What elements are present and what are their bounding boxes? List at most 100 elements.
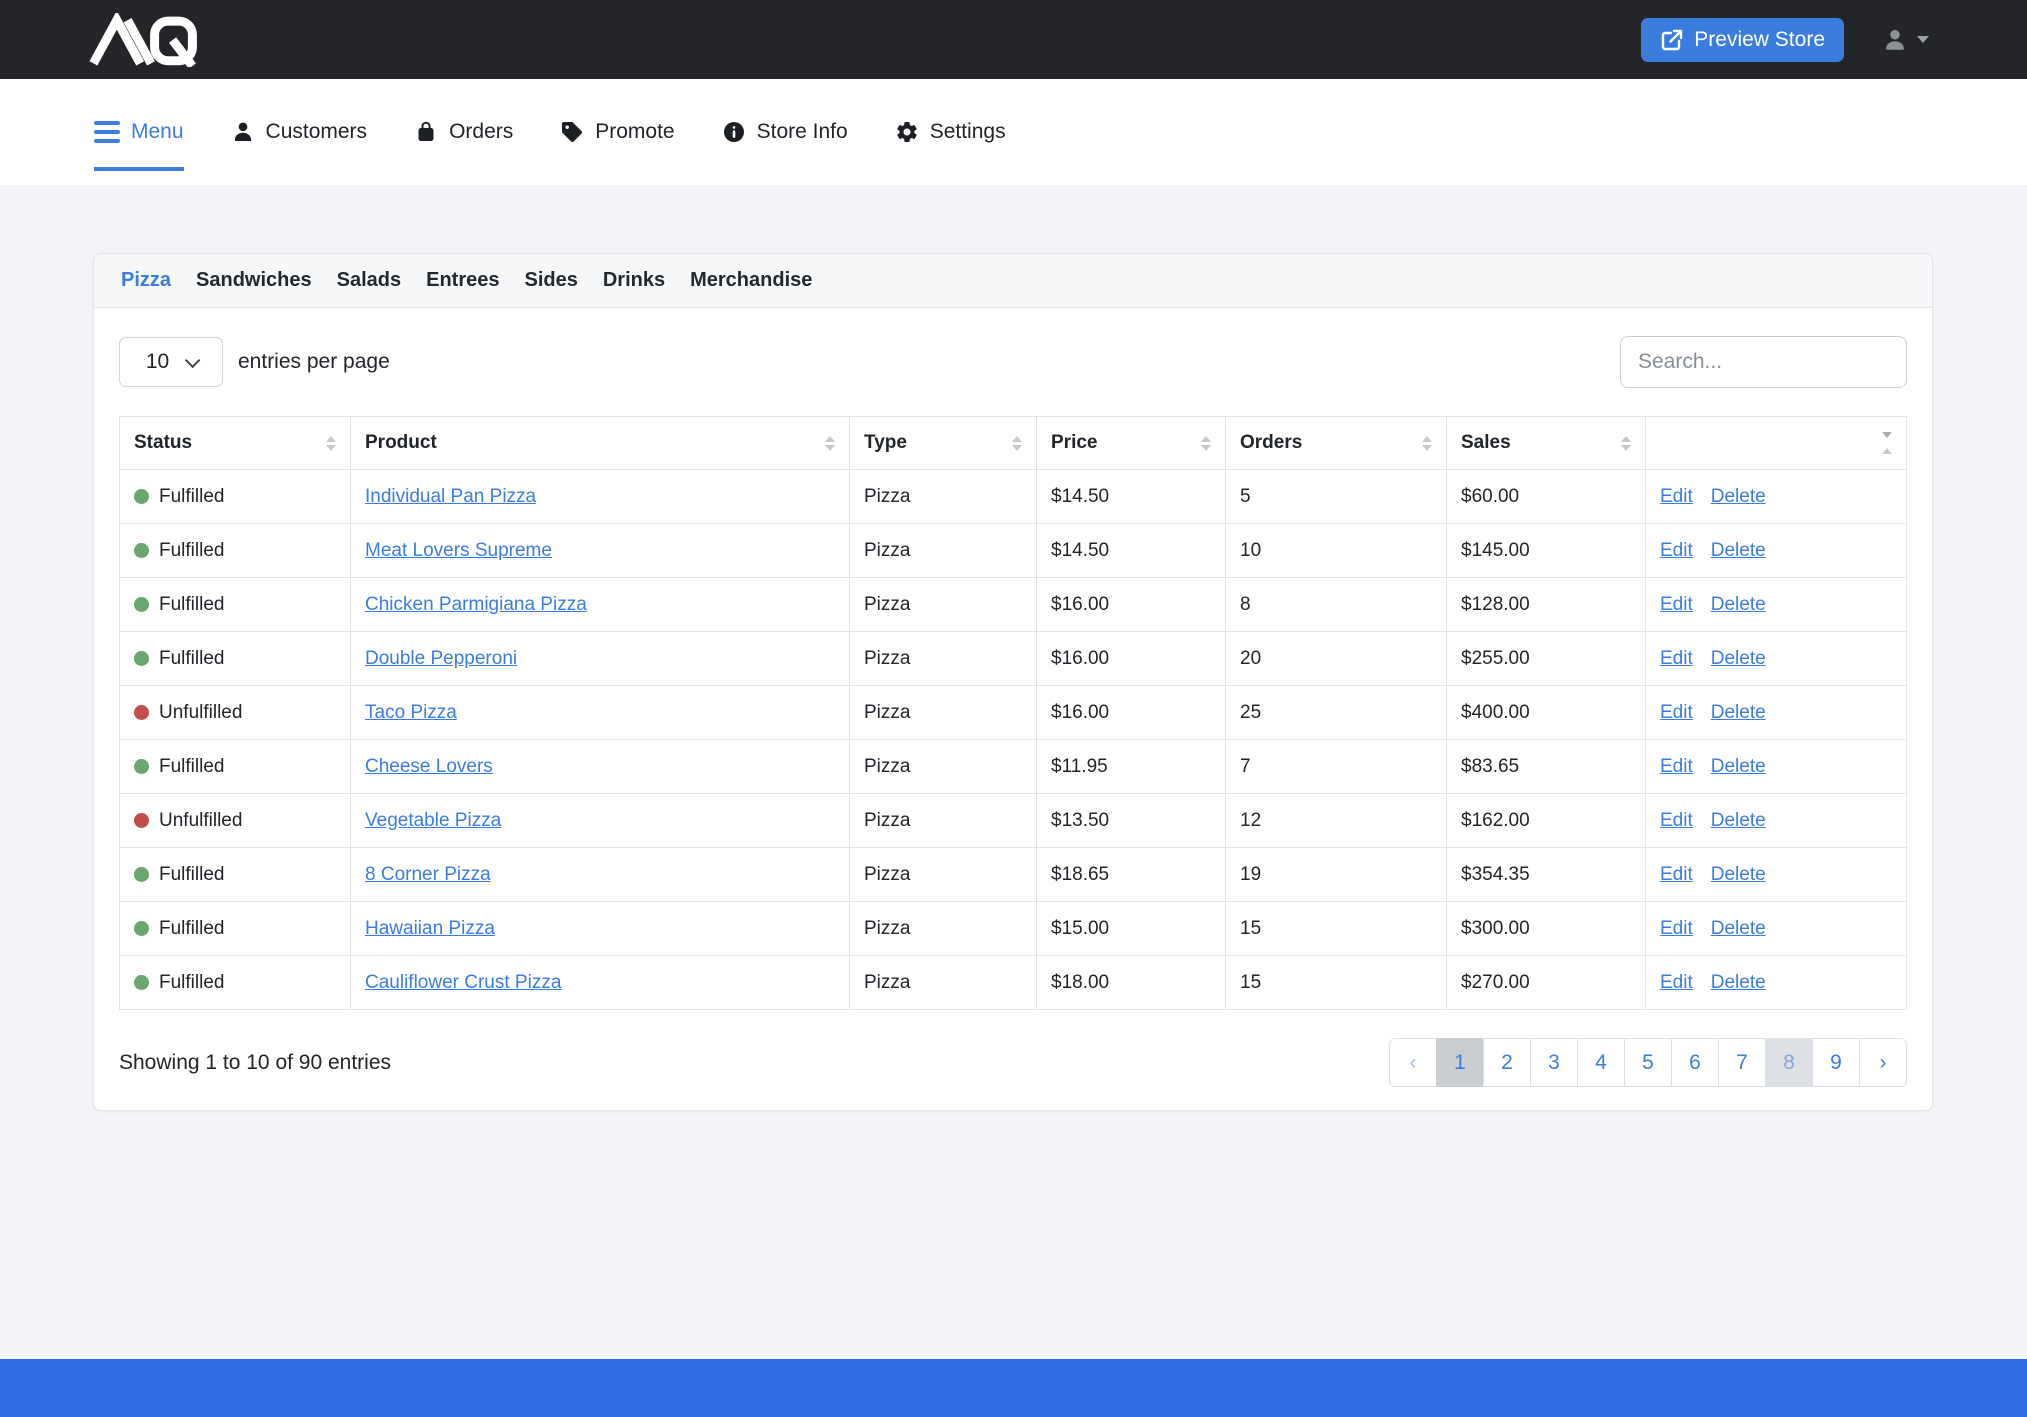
account-menu[interactable] xyxy=(1882,27,1929,53)
edit-link[interactable]: Edit xyxy=(1660,702,1693,723)
edit-link[interactable]: Edit xyxy=(1660,594,1693,615)
category-tabs: Pizza Sandwiches Salads Entrees Sides Dr… xyxy=(94,254,1932,308)
price-cell: $16.00 xyxy=(1037,632,1226,686)
delete-link[interactable]: Delete xyxy=(1711,756,1766,777)
delete-link[interactable]: Delete xyxy=(1711,972,1766,993)
category-tab[interactable]: Drinks xyxy=(603,269,665,292)
product-link[interactable]: 8 Corner Pizza xyxy=(365,864,491,885)
chevron-down-icon xyxy=(1917,36,1929,43)
gear-icon xyxy=(895,120,919,144)
sales-cell: $60.00 xyxy=(1447,470,1646,524)
edit-link[interactable]: Edit xyxy=(1660,918,1693,939)
column-header-type[interactable]: Type xyxy=(850,417,1037,470)
product-link[interactable]: Taco Pizza xyxy=(365,702,457,723)
orders-cell: 15 xyxy=(1226,902,1447,956)
edit-link[interactable]: Edit xyxy=(1660,540,1693,561)
column-header-sales[interactable]: Sales xyxy=(1447,417,1646,470)
product-cell: Cauliflower Crust Pizza xyxy=(351,956,850,1010)
orders-cell: 10 xyxy=(1226,524,1447,578)
product-link[interactable]: Chicken Parmigiana Pizza xyxy=(365,594,587,615)
table-row: Fulfilled Double Pepperoni Pizza $16.00 … xyxy=(120,632,1907,686)
status-dot xyxy=(134,651,149,666)
status-label: Fulfilled xyxy=(159,486,224,507)
product-link[interactable]: Vegetable Pizza xyxy=(365,810,501,831)
column-header-actions[interactable] xyxy=(1646,417,1907,470)
category-tab[interactable]: Pizza xyxy=(121,269,171,292)
sales-cell: $128.00 xyxy=(1447,578,1646,632)
orders-cell: 7 xyxy=(1226,740,1447,794)
edit-link[interactable]: Edit xyxy=(1660,810,1693,831)
pagination-page[interactable]: 3 xyxy=(1530,1038,1578,1087)
nav-label: Promote xyxy=(595,120,674,144)
product-link[interactable]: Double Pepperoni xyxy=(365,648,517,669)
delete-link[interactable]: Delete xyxy=(1711,648,1766,669)
delete-link[interactable]: Delete xyxy=(1711,810,1766,831)
category-tab[interactable]: Salads xyxy=(337,269,401,292)
brand-logo[interactable] xyxy=(86,13,198,67)
product-cell: Taco Pizza xyxy=(351,686,850,740)
status-cell: Fulfilled xyxy=(120,524,351,578)
pagination-prev[interactable]: ‹ xyxy=(1389,1038,1437,1087)
product-link[interactable]: Hawaiian Pizza xyxy=(365,918,495,939)
status-dot xyxy=(134,597,149,612)
pagination-next[interactable]: › xyxy=(1859,1038,1907,1087)
sales-cell: $270.00 xyxy=(1447,956,1646,1010)
category-tab[interactable]: Sandwiches xyxy=(196,269,312,292)
price-cell: $14.50 xyxy=(1037,470,1226,524)
sort-icon xyxy=(1201,436,1211,451)
pagination-page[interactable]: 6 xyxy=(1671,1038,1719,1087)
pagination-page[interactable]: 9 xyxy=(1812,1038,1860,1087)
pagination-page[interactable]: 1 xyxy=(1436,1038,1484,1087)
column-header-product[interactable]: Product xyxy=(351,417,850,470)
pagination-page[interactable]: 5 xyxy=(1624,1038,1672,1087)
column-header-status[interactable]: Status xyxy=(120,417,351,470)
column-header-price[interactable]: Price xyxy=(1037,417,1226,470)
search-input[interactable] xyxy=(1620,336,1907,388)
edit-link[interactable]: Edit xyxy=(1660,756,1693,777)
table-row: Unfulfilled Vegetable Pizza Pizza $13.50… xyxy=(120,794,1907,848)
nav-item-customers[interactable]: Customers xyxy=(231,120,368,144)
user-icon xyxy=(1882,27,1908,53)
nav-label: Customers xyxy=(266,120,368,144)
price-cell: $18.65 xyxy=(1037,848,1226,902)
delete-link[interactable]: Delete xyxy=(1711,594,1766,615)
pagination-page[interactable]: 4 xyxy=(1577,1038,1625,1087)
type-cell: Pizza xyxy=(850,956,1037,1010)
edit-link[interactable]: Edit xyxy=(1660,972,1693,993)
category-tab[interactable]: Merchandise xyxy=(690,269,812,292)
delete-link[interactable]: Delete xyxy=(1711,486,1766,507)
nav-item-store-info[interactable]: Store Info xyxy=(722,120,848,144)
edit-link[interactable]: Edit xyxy=(1660,648,1693,669)
pagination-page[interactable]: 7 xyxy=(1718,1038,1766,1087)
nav-item-menu[interactable]: Menu xyxy=(94,120,184,144)
preview-store-button[interactable]: Preview Store xyxy=(1641,18,1844,62)
edit-link[interactable]: Edit xyxy=(1660,486,1693,507)
category-tab[interactable]: Entrees xyxy=(426,269,499,292)
delete-link[interactable]: Delete xyxy=(1711,918,1766,939)
status-dot xyxy=(134,489,149,504)
delete-link[interactable]: Delete xyxy=(1711,702,1766,723)
product-link[interactable]: Individual Pan Pizza xyxy=(365,486,536,507)
edit-link[interactable]: Edit xyxy=(1660,864,1693,885)
header-row: Status Product Type Price Orders Sales xyxy=(120,417,1907,470)
product-link[interactable]: Cauliflower Crust Pizza xyxy=(365,972,561,993)
delete-link[interactable]: Delete xyxy=(1711,864,1766,885)
product-cell: Individual Pan Pizza xyxy=(351,470,850,524)
category-tab[interactable]: Sides xyxy=(525,269,578,292)
column-header-orders[interactable]: Orders xyxy=(1226,417,1447,470)
entries-select[interactable]: 10 xyxy=(119,337,223,387)
nav-item-settings[interactable]: Settings xyxy=(895,120,1006,144)
sort-icon xyxy=(326,436,336,451)
product-link[interactable]: Meat Lovers Supreme xyxy=(365,540,552,561)
nav-item-promote[interactable]: Promote xyxy=(560,120,674,144)
pagination-page[interactable]: 8 xyxy=(1765,1038,1813,1087)
pagination-page[interactable]: 2 xyxy=(1483,1038,1531,1087)
product-link[interactable]: Cheese Lovers xyxy=(365,756,493,777)
pagination-pages: 1 2 3 4 5 6 7 xyxy=(1437,1038,1860,1087)
table-controls: 10 entries per page xyxy=(119,336,1907,388)
actions-cell: Edit Delete xyxy=(1646,632,1907,686)
delete-link[interactable]: Delete xyxy=(1711,540,1766,561)
nav-item-orders[interactable]: Orders xyxy=(414,120,513,144)
product-cell: Cheese Lovers xyxy=(351,740,850,794)
table-footer: Showing 1 to 10 of 90 entries ‹ 1 2 3 xyxy=(119,1038,1907,1087)
